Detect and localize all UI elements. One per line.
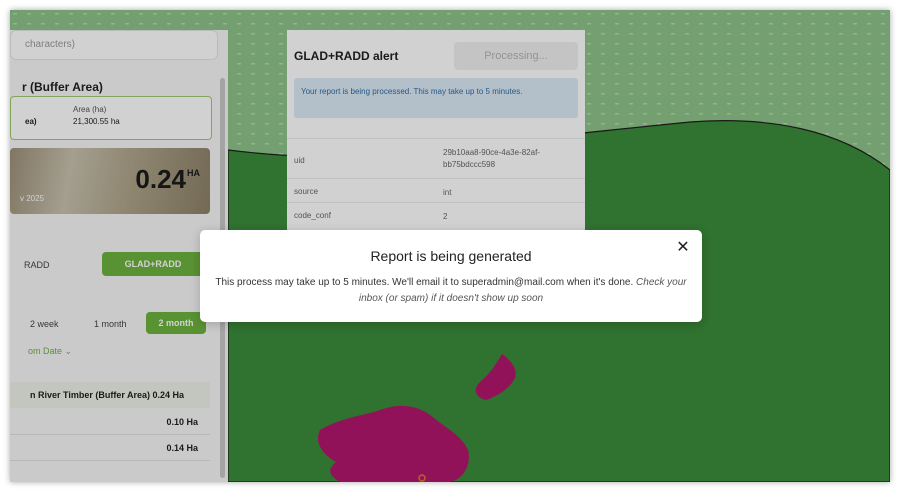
range-1-month[interactable]: 1 month bbox=[94, 319, 127, 329]
search-placeholder: characters) bbox=[25, 39, 76, 50]
area-value: 21,300.55 ha bbox=[73, 117, 120, 126]
range-2-week[interactable]: 2 week bbox=[30, 319, 59, 329]
alert-thumbnail[interactable]: 0.24HA v 2025 bbox=[10, 148, 210, 214]
area-name-fragment: ea) bbox=[25, 117, 37, 126]
custom-date-dropdown[interactable]: om Date ⌄ bbox=[28, 346, 72, 357]
table-row: uid 29b10aa8-90ce-4a3e-82af-bb75bdccc598 bbox=[287, 138, 585, 179]
row-value: 2 bbox=[443, 212, 448, 221]
sidebar: characters) r (Buffer Area) Area (ha) ea… bbox=[10, 30, 228, 482]
row-key: source bbox=[294, 187, 319, 196]
tab-glad-radd[interactable]: GLAD+RADD bbox=[102, 252, 204, 276]
alert-popup-header: GLAD+RADD alert Processing... bbox=[287, 30, 585, 76]
row-value: 29b10aa8-90ce-4a3e-82af-bb75bdccc598 bbox=[443, 148, 540, 169]
processing-note: Your report is being processed. This may… bbox=[294, 78, 578, 118]
list-item[interactable]: 0.10 Ha bbox=[10, 410, 210, 435]
processing-button[interactable]: Processing... bbox=[454, 42, 578, 70]
area-title: r (Buffer Area) bbox=[22, 80, 103, 94]
range-2-month[interactable]: 2 month bbox=[146, 312, 206, 334]
range-selector: 2 week 1 month 2 month bbox=[10, 312, 215, 336]
modal-body-text: This process may take up to 5 minutes. W… bbox=[215, 277, 634, 288]
list-item-value: 0.14 Ha bbox=[166, 443, 198, 453]
row-value: int bbox=[443, 188, 452, 197]
area-label: Area (ha) bbox=[73, 105, 107, 114]
alert-list-header: n River Timber (Buffer Area) 0.24 Ha bbox=[10, 382, 210, 408]
source-tabs: RADD GLAD+RADD bbox=[10, 252, 215, 278]
table-row: code_conf 2 bbox=[287, 202, 585, 227]
modal-title: Report is being generated bbox=[370, 248, 532, 264]
list-item[interactable]: 0.14 Ha bbox=[10, 436, 210, 461]
table-row: source int bbox=[287, 178, 585, 203]
alert-area: 0.24HA bbox=[135, 164, 200, 194]
alert-popup: GLAD+RADD alert Processing... Your repor… bbox=[287, 30, 585, 250]
alert-date: v 2025 bbox=[20, 194, 45, 203]
search-input[interactable]: characters) bbox=[10, 30, 218, 60]
tab-radd[interactable]: RADD bbox=[24, 260, 50, 270]
alert-list-title: n River Timber (Buffer Area) 0.24 Ha bbox=[30, 390, 185, 400]
close-icon[interactable]: ✕ bbox=[675, 240, 691, 256]
row-key: uid bbox=[294, 156, 305, 165]
modal-body: This process may take up to 5 minutes. W… bbox=[210, 275, 692, 307]
report-modal: Report is being generated ✕ This process… bbox=[200, 230, 702, 322]
area-info-card: Area (ha) ea) 21,300.55 ha bbox=[10, 96, 212, 140]
app-window: characters) r (Buffer Area) Area (ha) ea… bbox=[10, 10, 890, 482]
processing-note-text: Your report is being processed. This may… bbox=[301, 87, 523, 96]
row-key: code_conf bbox=[294, 211, 331, 220]
list-item-value: 0.10 Ha bbox=[166, 417, 198, 427]
alert-popup-title: GLAD+RADD alert bbox=[294, 49, 399, 63]
